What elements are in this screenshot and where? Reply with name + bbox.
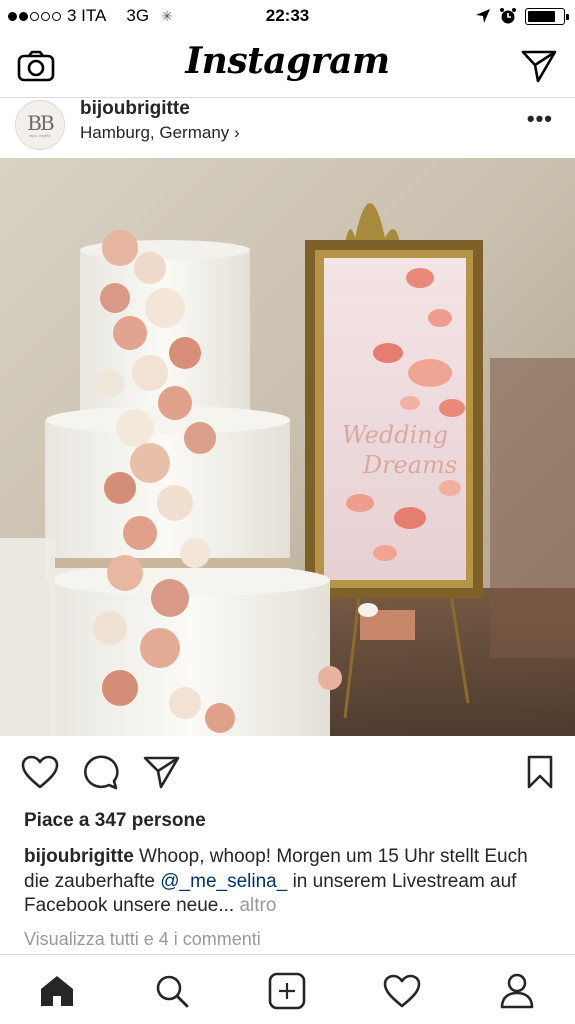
post-location[interactable]: Hamburg, Germany › xyxy=(80,123,240,143)
location-arrow-icon xyxy=(476,9,490,23)
view-comments-link[interactable]: Visualizza tutti e 4 i commenti xyxy=(24,929,261,950)
post-caption: bijoubrigitte Whoop, whoop! Morgen um 15… xyxy=(24,845,554,919)
post-header: BB bijou brigitte bijoubrigitte Hamburg,… xyxy=(0,98,575,158)
comment-bubble-icon[interactable] xyxy=(80,752,120,792)
tab-bar xyxy=(0,954,575,1024)
share-send-icon[interactable] xyxy=(142,752,182,792)
search-icon[interactable] xyxy=(150,969,194,1013)
app-header: Instagram xyxy=(0,32,575,98)
like-heart-icon[interactable] xyxy=(20,752,60,792)
avatar-subtext: bijou brigitte xyxy=(29,132,51,138)
sign-text-wedding: Wedding xyxy=(342,421,448,449)
status-right xyxy=(475,7,569,25)
activity-heart-icon[interactable] xyxy=(380,969,424,1013)
post-username[interactable]: bijoubrigitte xyxy=(80,98,190,120)
save-bookmark-icon[interactable] xyxy=(520,752,560,792)
avatar-monogram: BB xyxy=(27,110,54,135)
post-photo[interactable]: Wedding Dreams xyxy=(0,158,575,736)
battery-icon xyxy=(525,7,569,25)
status-bar: 3 ITA 3G ✳ 22:33 xyxy=(0,0,575,32)
home-icon[interactable] xyxy=(35,969,79,1013)
sign-text-dreams: Dreams xyxy=(362,451,457,479)
app-title: Instagram xyxy=(185,40,390,82)
alarm-clock-icon xyxy=(500,8,516,24)
caption-mention[interactable]: @_me_selina_ xyxy=(160,871,287,892)
profile-icon[interactable] xyxy=(495,969,539,1013)
direct-send-icon[interactable] xyxy=(519,46,559,86)
caption-username[interactable]: bijoubrigitte xyxy=(24,846,134,867)
post-actions xyxy=(0,752,575,796)
add-post-icon[interactable] xyxy=(265,969,309,1013)
avatar[interactable]: BB bijou brigitte xyxy=(15,100,65,150)
caption-more-link[interactable]: altro xyxy=(234,895,276,916)
likes-count[interactable]: Piace a 347 persone xyxy=(24,810,206,832)
more-options-icon[interactable]: ••• xyxy=(527,106,553,132)
